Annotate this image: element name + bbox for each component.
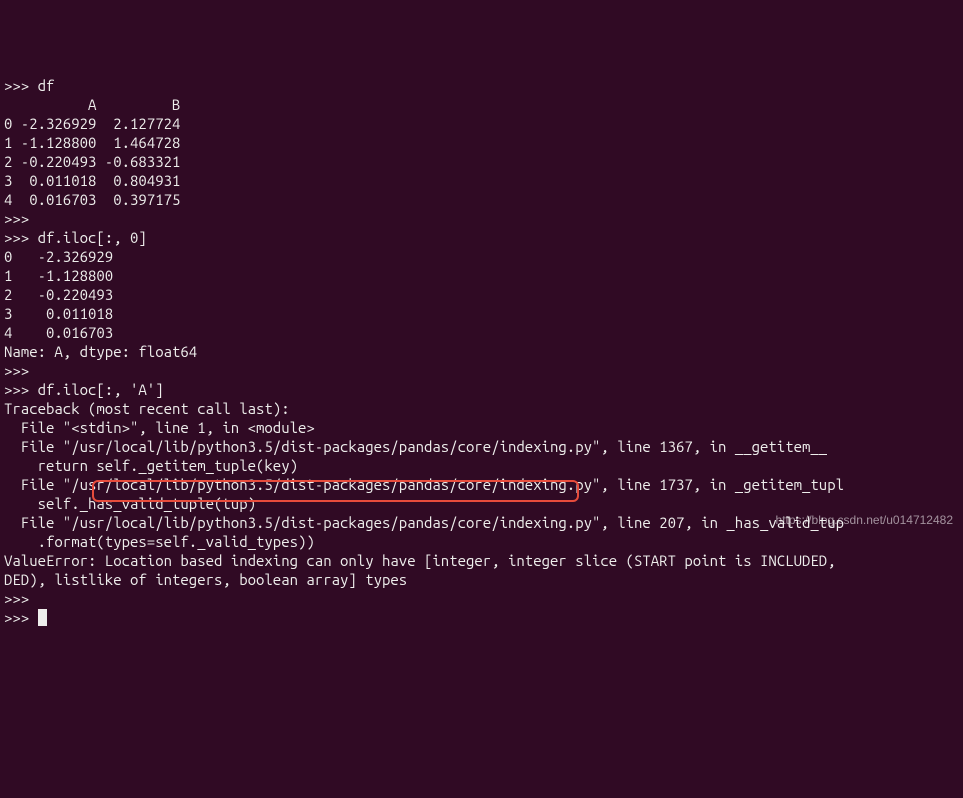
df-header: A B	[4, 96, 180, 113]
df-row: 0 -2.326929 2.127724	[4, 115, 180, 132]
series-row: 4 0.016703	[4, 324, 113, 341]
prompt: >>>	[4, 229, 29, 246]
traceback-line: File "<stdin>", line 1, in <module>	[4, 419, 315, 436]
cursor[interactable]	[38, 609, 47, 626]
traceback-line: File "/usr/local/lib/python3.5/dist-pack…	[4, 476, 844, 493]
traceback-line: File "/usr/local/lib/python3.5/dist-pack…	[4, 438, 827, 455]
df-row: 1 -1.128800 1.464728	[4, 134, 180, 151]
traceback-header: Traceback (most recent call last):	[4, 400, 290, 417]
prompt: >>>	[4, 210, 29, 227]
command-iloc-int: df.iloc[:, 0]	[38, 229, 147, 246]
series-row: 2 -0.220493	[4, 286, 113, 303]
traceback-line: .format(types=self._valid_types))	[4, 533, 315, 550]
series-footer: Name: A, dtype: float64	[4, 343, 197, 360]
df-row: 2 -0.220493 -0.683321	[4, 153, 180, 170]
prompt: >>>	[4, 362, 29, 379]
command-df: df	[38, 77, 55, 94]
traceback-line: return self._getitem_tuple(key)	[4, 457, 298, 474]
terminal-output: >>> df A B 0 -2.326929 2.127724 1 -1.128…	[4, 76, 963, 627]
series-row: 0 -2.326929	[4, 248, 113, 265]
command-iloc-str: df.iloc[:, 'A']	[38, 381, 164, 398]
traceback-line: self._has_valid_tuple(tup)	[4, 495, 256, 512]
prompt: >>>	[4, 590, 29, 607]
traceback-line: File "/usr/local/lib/python3.5/dist-pack…	[4, 514, 844, 531]
watermark: https://blog.csdn.net/u014712482	[776, 511, 953, 530]
series-row: 3 0.011018	[4, 305, 113, 322]
df-row: 4 0.016703 0.397175	[4, 191, 180, 208]
df-row: 3 0.011018 0.804931	[4, 172, 180, 189]
prompt: >>>	[4, 609, 29, 626]
prompt: >>>	[4, 381, 29, 398]
error-line: DED), listlike of integers, boolean arra…	[4, 571, 407, 588]
error-line: ValueError: Location based indexing can …	[4, 552, 836, 569]
series-row: 1 -1.128800	[4, 267, 113, 284]
prompt: >>>	[4, 77, 29, 94]
